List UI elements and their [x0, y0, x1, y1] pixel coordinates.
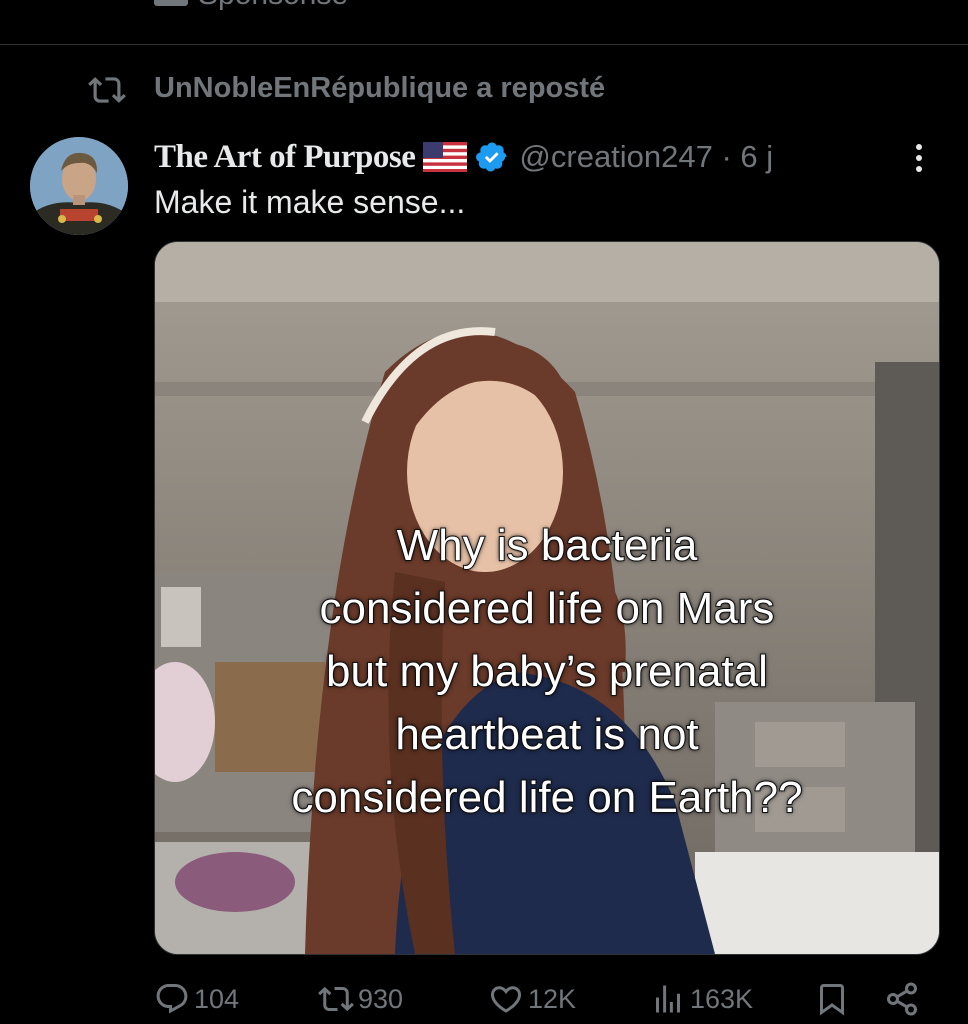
reply-icon: [156, 984, 188, 1014]
repost-icon: [88, 77, 126, 103]
repost-context[interactable]: UnNobleEnRépublique a reposté: [88, 70, 605, 110]
caption-line: Why is bacteria: [396, 520, 699, 571]
share-button[interactable]: [884, 976, 924, 1022]
reply-button[interactable]: 104: [154, 976, 239, 1022]
media-caption: Why is bacteria considered life on Mars …: [155, 514, 939, 829]
repost-label: UnNobleEnRépublique a reposté: [154, 72, 606, 104]
like-count: 12K: [528, 983, 577, 1014]
ad-icon: [154, 0, 188, 6]
repost-count: 930: [358, 983, 404, 1014]
tweet-text: Make it make sense...: [154, 184, 466, 220]
view-count: 163K: [690, 983, 754, 1014]
caption-line: heartbeat is not: [394, 709, 699, 760]
reply-count: 104: [194, 983, 240, 1014]
repost-icon: [318, 986, 354, 1012]
us-flag-icon: [423, 142, 468, 172]
avatar-image: [30, 137, 128, 235]
tweet-actions: 104 930 12K 163K: [154, 976, 944, 1022]
author-avatar[interactable]: [30, 137, 128, 235]
tweet-media[interactable]: Why is bacteria considered life on Mars …: [154, 241, 940, 955]
author-handle-time[interactable]: @creation247 · 6 j: [519, 139, 773, 175]
repost-button[interactable]: 930: [318, 976, 403, 1022]
caption-line: considered life on Mars: [319, 583, 776, 634]
previous-tweet-cutoff: Sponsorisé: [0, 0, 968, 45]
bookmark-button[interactable]: [814, 976, 854, 1022]
more-options-icon[interactable]: [906, 140, 932, 180]
views-chart-icon: [656, 985, 680, 1013]
heart-icon: [490, 986, 522, 1013]
verified-badge-icon: [476, 142, 507, 172]
caption-line: considered life on Earth??: [290, 772, 803, 823]
like-button[interactable]: 12K: [488, 976, 576, 1022]
bookmark-icon: [820, 984, 844, 1016]
share-icon: [887, 982, 917, 1016]
views-button[interactable]: 163K: [650, 976, 753, 1022]
tweet-header: The Art of Purpose @creation247 · 6 j: [154, 136, 773, 178]
author-name[interactable]: The Art of Purpose: [154, 139, 416, 176]
caption-line: but my baby’s prenatal: [325, 646, 769, 697]
sponsored-label: Sponsorisé: [198, 0, 348, 12]
